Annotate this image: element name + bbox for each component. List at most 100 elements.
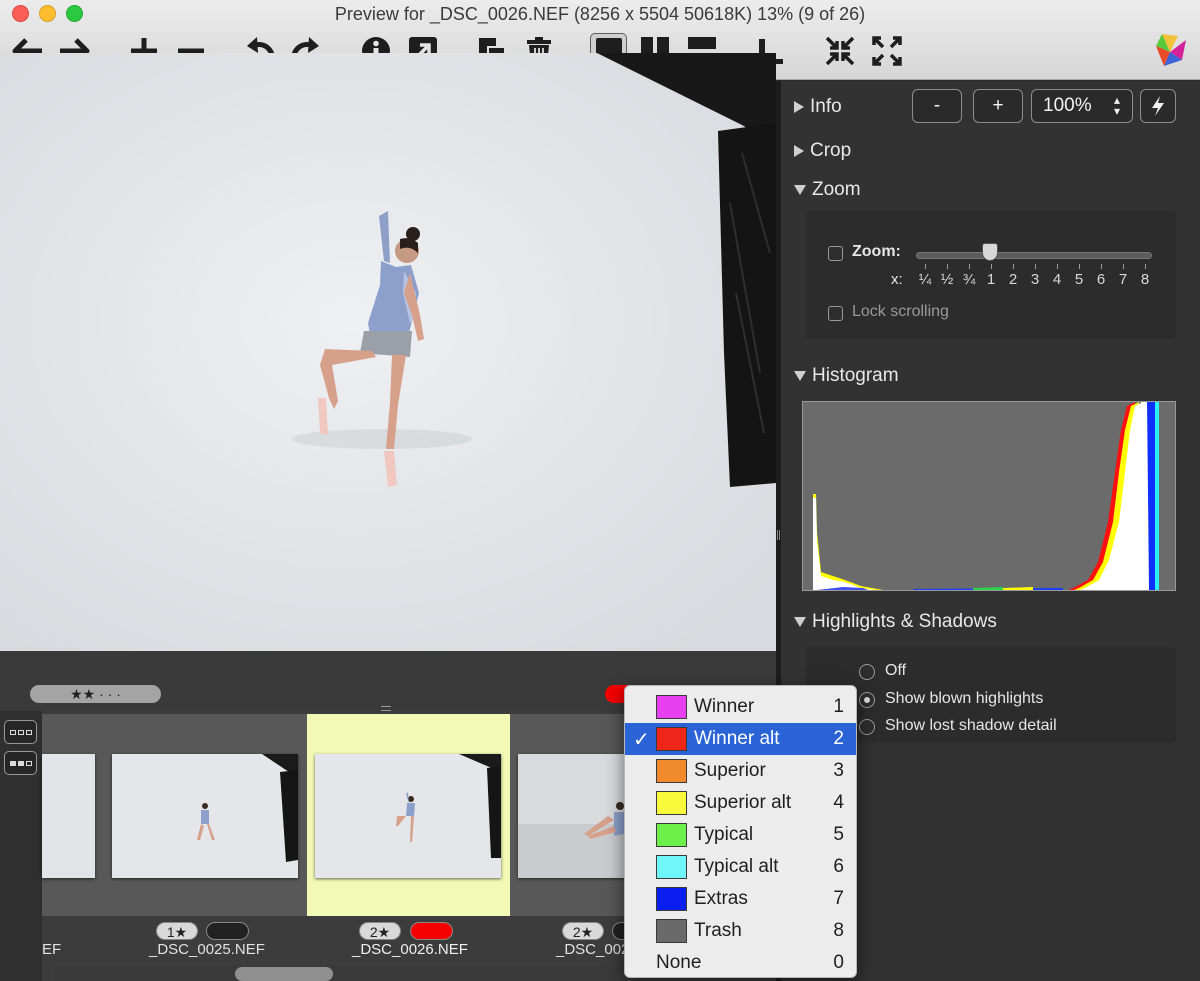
- radio-show-blown-highlights[interactable]: [859, 692, 875, 708]
- thumbnail-filename: _DSC_0026.NEF: [352, 941, 468, 958]
- menu-item-label: Typical alt: [694, 856, 779, 877]
- menu-item-label: Winner alt: [694, 728, 780, 749]
- zoom-tick-mark: [969, 264, 970, 269]
- thumbnail-rating[interactable]: 1★: [156, 922, 198, 940]
- section-zoom-label: Zoom: [812, 179, 861, 200]
- menu-item-extras[interactable]: Extras 7: [625, 883, 856, 915]
- section-info[interactable]: Info: [794, 96, 842, 118]
- zoom-tick-label: 6: [1096, 271, 1106, 288]
- section-crop-label: Crop: [810, 140, 852, 161]
- color-swatch: [656, 887, 687, 911]
- disclosure-down-icon: [794, 617, 806, 627]
- radio-shadow-label: Show lost shadow detail: [885, 717, 1057, 734]
- thumbnail-rating[interactable]: 2★: [562, 922, 604, 940]
- radio-show-lost-shadow[interactable]: [859, 719, 875, 735]
- section-highlights-label: Highlights & Shadows: [812, 611, 997, 632]
- section-histogram[interactable]: Histogram: [794, 365, 899, 387]
- photo-mechanic-preview-window: Preview for _DSC_0026.NEF (8256 x 5504 5…: [0, 0, 1200, 981]
- zoom-percent-select[interactable]: 100% ▴▾: [1031, 89, 1133, 123]
- zoom-plus-button[interactable]: +: [973, 89, 1023, 123]
- menu-item-winner[interactable]: Winner 1: [625, 691, 856, 723]
- color-swatch: [656, 759, 687, 783]
- menu-item-label: Trash: [694, 920, 742, 941]
- star-rating[interactable]: ★★ · · ·: [30, 685, 161, 703]
- menu-item-shortcut: 0: [833, 952, 844, 973]
- zoom-tick-label: 7: [1118, 271, 1128, 288]
- menu-item-winner-alt[interactable]: ✓ Winner alt 2: [625, 723, 856, 755]
- zoom-tick-mark: [925, 264, 926, 269]
- zoom-tick-label: 8: [1140, 271, 1150, 288]
- menu-item-label: Superior alt: [694, 792, 792, 813]
- zoom-slider[interactable]: [916, 252, 1152, 259]
- zoom-tick-label: 3: [1030, 271, 1040, 288]
- menu-item-shortcut: 3: [833, 760, 844, 781]
- thumbnails-filled-icon: [9, 760, 32, 766]
- section-highlights[interactable]: Highlights & Shadows: [794, 611, 997, 633]
- menu-item-superior[interactable]: Superior 3: [625, 755, 856, 787]
- view-mode-button-2[interactable]: [4, 751, 37, 775]
- thumbnail-rating[interactable]: 2★: [359, 922, 401, 940]
- expand-icon: [872, 36, 902, 66]
- zoom-tick-label: 2: [1008, 271, 1018, 288]
- zoom-slider-knob[interactable]: [982, 243, 998, 261]
- color-swatch: [656, 791, 687, 815]
- menu-item-label: None: [656, 952, 702, 973]
- preview-photo[interactable]: [0, 53, 776, 651]
- menu-item-typical-alt[interactable]: Typical alt 6: [625, 851, 856, 883]
- disclosure-right-icon: [794, 145, 804, 157]
- radio-off[interactable]: [859, 664, 875, 680]
- highlights-shadows-group: Off Show blown highlights Show lost shad…: [806, 647, 1176, 743]
- lock-scrolling-checkbox[interactable]: [828, 306, 843, 321]
- menu-item-trash[interactable]: Trash 8: [625, 915, 856, 947]
- menu-item-shortcut: 5: [833, 824, 844, 845]
- zoom-tick-label: ½: [940, 271, 954, 288]
- zoom-tick-mark: [1145, 264, 1146, 269]
- thumbnail-label-badge[interactable]: [206, 922, 249, 940]
- section-info-label: Info: [810, 96, 842, 117]
- thumbnail-0027[interactable]: [518, 754, 628, 878]
- color-swatch: [656, 695, 687, 719]
- zoom-tick-label: 1: [986, 271, 996, 288]
- color-label-menu: Winner 1 ✓ Winner alt 2 Superior 3 Superior alt…: [624, 685, 857, 978]
- color-swatch: [656, 727, 687, 751]
- window-title: Preview for _DSC_0026.NEF (8256 x 5504 5…: [334, 4, 866, 24]
- filmstrip-sidebar: [0, 711, 42, 981]
- thumbnail-label-badge[interactable]: [410, 922, 453, 940]
- lock-scrolling-label: Lock scrolling: [852, 303, 949, 320]
- color-swatch: [656, 823, 687, 847]
- menu-item-superior-alt[interactable]: Superior alt 4: [625, 787, 856, 819]
- thumbnail-filename: EF: [42, 941, 62, 958]
- fit-to-window-button[interactable]: [822, 33, 858, 69]
- color-swatch: [656, 855, 687, 879]
- thumbnail-0025[interactable]: [112, 754, 298, 878]
- filmstrip-scroll-thumb[interactable]: [235, 967, 333, 981]
- checkmark-icon: ✓: [633, 729, 650, 751]
- menu-item-typical[interactable]: Typical 5: [625, 819, 856, 851]
- lightning-button[interactable]: [1140, 89, 1176, 123]
- menu-item-shortcut: 2: [833, 728, 844, 749]
- zoom-tick-mark: [991, 264, 992, 269]
- zoom-tick-mark: [1057, 264, 1058, 269]
- menu-item-label: Extras: [694, 888, 748, 909]
- section-zoom[interactable]: Zoom: [794, 179, 861, 201]
- disclosure-right-icon: [794, 101, 804, 113]
- zoom-tick-mark: [1123, 264, 1124, 269]
- color-swatch: [656, 919, 687, 943]
- zoom-tick-label: ¾: [962, 271, 976, 288]
- menu-item-shortcut: 7: [833, 888, 844, 909]
- zoom-tick-mark: [1101, 264, 1102, 269]
- app-logo-icon: [1152, 30, 1190, 70]
- menu-item-shortcut: 1: [833, 696, 844, 717]
- splitter-grip-icon[interactable]: [777, 530, 780, 540]
- full-screen-button[interactable]: [869, 33, 905, 69]
- zoom-checkbox[interactable]: [828, 246, 843, 261]
- section-crop[interactable]: Crop: [794, 140, 851, 162]
- thumbnail-0024[interactable]: [42, 754, 95, 878]
- view-mode-button-1[interactable]: [4, 720, 37, 744]
- zoom-minus-button[interactable]: -: [912, 89, 962, 123]
- menu-item-none[interactable]: None 0: [625, 947, 856, 977]
- zoom-percent-value: 100%: [1043, 95, 1092, 116]
- thumbnail-filename: _DSC_0025.NEF: [149, 941, 265, 958]
- thumbnail-0026[interactable]: [315, 754, 501, 878]
- filmstrip-resize-grip-icon[interactable]: [381, 706, 391, 711]
